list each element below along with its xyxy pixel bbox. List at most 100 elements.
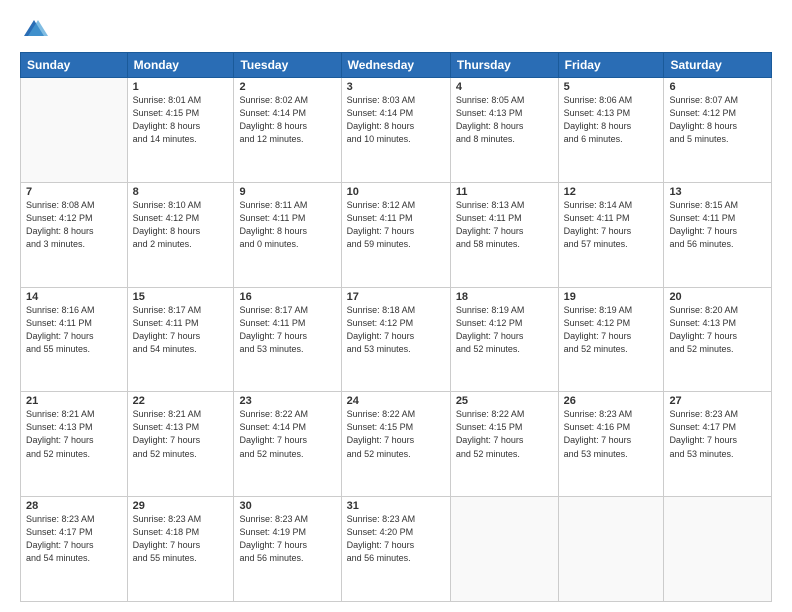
day-info: Sunrise: 8:17 AM Sunset: 4:11 PM Dayligh… bbox=[133, 304, 229, 356]
day-info: Sunrise: 8:12 AM Sunset: 4:11 PM Dayligh… bbox=[347, 199, 445, 251]
day-info: Sunrise: 8:19 AM Sunset: 4:12 PM Dayligh… bbox=[564, 304, 659, 356]
day-info: Sunrise: 8:21 AM Sunset: 4:13 PM Dayligh… bbox=[26, 408, 122, 460]
weekday-header-sunday: Sunday bbox=[21, 53, 128, 78]
day-number: 9 bbox=[239, 186, 335, 198]
day-number: 23 bbox=[239, 395, 335, 407]
day-number: 18 bbox=[456, 291, 553, 303]
calendar-cell bbox=[664, 497, 772, 602]
day-number: 5 bbox=[564, 81, 659, 93]
calendar-cell: 20Sunrise: 8:20 AM Sunset: 4:13 PM Dayli… bbox=[664, 287, 772, 392]
day-info: Sunrise: 8:13 AM Sunset: 4:11 PM Dayligh… bbox=[456, 199, 553, 251]
day-info: Sunrise: 8:21 AM Sunset: 4:13 PM Dayligh… bbox=[133, 408, 229, 460]
calendar-cell: 5Sunrise: 8:06 AM Sunset: 4:13 PM Daylig… bbox=[558, 78, 664, 183]
calendar-cell: 18Sunrise: 8:19 AM Sunset: 4:12 PM Dayli… bbox=[450, 287, 558, 392]
calendar-cell: 2Sunrise: 8:02 AM Sunset: 4:14 PM Daylig… bbox=[234, 78, 341, 183]
calendar-cell: 13Sunrise: 8:15 AM Sunset: 4:11 PM Dayli… bbox=[664, 182, 772, 287]
day-number: 25 bbox=[456, 395, 553, 407]
calendar-cell: 4Sunrise: 8:05 AM Sunset: 4:13 PM Daylig… bbox=[450, 78, 558, 183]
day-info: Sunrise: 8:14 AM Sunset: 4:11 PM Dayligh… bbox=[564, 199, 659, 251]
calendar-cell: 17Sunrise: 8:18 AM Sunset: 4:12 PM Dayli… bbox=[341, 287, 450, 392]
calendar-cell: 24Sunrise: 8:22 AM Sunset: 4:15 PM Dayli… bbox=[341, 392, 450, 497]
day-number: 30 bbox=[239, 500, 335, 512]
day-number: 4 bbox=[456, 81, 553, 93]
day-info: Sunrise: 8:05 AM Sunset: 4:13 PM Dayligh… bbox=[456, 94, 553, 146]
day-number: 3 bbox=[347, 81, 445, 93]
weekday-header-wednesday: Wednesday bbox=[341, 53, 450, 78]
calendar-cell: 3Sunrise: 8:03 AM Sunset: 4:14 PM Daylig… bbox=[341, 78, 450, 183]
day-info: Sunrise: 8:11 AM Sunset: 4:11 PM Dayligh… bbox=[239, 199, 335, 251]
header bbox=[20, 16, 772, 44]
day-info: Sunrise: 8:01 AM Sunset: 4:15 PM Dayligh… bbox=[133, 94, 229, 146]
calendar-cell: 14Sunrise: 8:16 AM Sunset: 4:11 PM Dayli… bbox=[21, 287, 128, 392]
day-number: 22 bbox=[133, 395, 229, 407]
page: SundayMondayTuesdayWednesdayThursdayFrid… bbox=[0, 0, 792, 612]
day-number: 16 bbox=[239, 291, 335, 303]
calendar-cell: 1Sunrise: 8:01 AM Sunset: 4:15 PM Daylig… bbox=[127, 78, 234, 183]
calendar-cell: 31Sunrise: 8:23 AM Sunset: 4:20 PM Dayli… bbox=[341, 497, 450, 602]
calendar-cell bbox=[450, 497, 558, 602]
day-number: 12 bbox=[564, 186, 659, 198]
day-info: Sunrise: 8:17 AM Sunset: 4:11 PM Dayligh… bbox=[239, 304, 335, 356]
weekday-header-thursday: Thursday bbox=[450, 53, 558, 78]
logo-icon bbox=[20, 16, 48, 44]
week-row-3: 14Sunrise: 8:16 AM Sunset: 4:11 PM Dayli… bbox=[21, 287, 772, 392]
day-number: 28 bbox=[26, 500, 122, 512]
calendar-cell: 12Sunrise: 8:14 AM Sunset: 4:11 PM Dayli… bbox=[558, 182, 664, 287]
calendar-cell: 28Sunrise: 8:23 AM Sunset: 4:17 PM Dayli… bbox=[21, 497, 128, 602]
day-number: 14 bbox=[26, 291, 122, 303]
calendar-cell bbox=[558, 497, 664, 602]
day-number: 6 bbox=[669, 81, 766, 93]
calendar-cell: 10Sunrise: 8:12 AM Sunset: 4:11 PM Dayli… bbox=[341, 182, 450, 287]
day-number: 7 bbox=[26, 186, 122, 198]
day-info: Sunrise: 8:22 AM Sunset: 4:14 PM Dayligh… bbox=[239, 408, 335, 460]
weekday-header-monday: Monday bbox=[127, 53, 234, 78]
calendar-cell: 16Sunrise: 8:17 AM Sunset: 4:11 PM Dayli… bbox=[234, 287, 341, 392]
week-row-1: 1Sunrise: 8:01 AM Sunset: 4:15 PM Daylig… bbox=[21, 78, 772, 183]
day-info: Sunrise: 8:18 AM Sunset: 4:12 PM Dayligh… bbox=[347, 304, 445, 356]
calendar-cell: 9Sunrise: 8:11 AM Sunset: 4:11 PM Daylig… bbox=[234, 182, 341, 287]
day-number: 29 bbox=[133, 500, 229, 512]
day-number: 26 bbox=[564, 395, 659, 407]
day-info: Sunrise: 8:03 AM Sunset: 4:14 PM Dayligh… bbox=[347, 94, 445, 146]
weekday-header-friday: Friday bbox=[558, 53, 664, 78]
day-info: Sunrise: 8:23 AM Sunset: 4:16 PM Dayligh… bbox=[564, 408, 659, 460]
day-info: Sunrise: 8:08 AM Sunset: 4:12 PM Dayligh… bbox=[26, 199, 122, 251]
day-info: Sunrise: 8:02 AM Sunset: 4:14 PM Dayligh… bbox=[239, 94, 335, 146]
calendar-cell: 27Sunrise: 8:23 AM Sunset: 4:17 PM Dayli… bbox=[664, 392, 772, 497]
calendar-cell: 15Sunrise: 8:17 AM Sunset: 4:11 PM Dayli… bbox=[127, 287, 234, 392]
day-number: 24 bbox=[347, 395, 445, 407]
day-info: Sunrise: 8:06 AM Sunset: 4:13 PM Dayligh… bbox=[564, 94, 659, 146]
calendar-cell: 23Sunrise: 8:22 AM Sunset: 4:14 PM Dayli… bbox=[234, 392, 341, 497]
week-row-5: 28Sunrise: 8:23 AM Sunset: 4:17 PM Dayli… bbox=[21, 497, 772, 602]
calendar-cell: 7Sunrise: 8:08 AM Sunset: 4:12 PM Daylig… bbox=[21, 182, 128, 287]
day-number: 27 bbox=[669, 395, 766, 407]
day-number: 17 bbox=[347, 291, 445, 303]
calendar-cell: 30Sunrise: 8:23 AM Sunset: 4:19 PM Dayli… bbox=[234, 497, 341, 602]
calendar-cell: 11Sunrise: 8:13 AM Sunset: 4:11 PM Dayli… bbox=[450, 182, 558, 287]
day-info: Sunrise: 8:19 AM Sunset: 4:12 PM Dayligh… bbox=[456, 304, 553, 356]
day-info: Sunrise: 8:16 AM Sunset: 4:11 PM Dayligh… bbox=[26, 304, 122, 356]
week-row-4: 21Sunrise: 8:21 AM Sunset: 4:13 PM Dayli… bbox=[21, 392, 772, 497]
day-info: Sunrise: 8:15 AM Sunset: 4:11 PM Dayligh… bbox=[669, 199, 766, 251]
calendar-cell: 6Sunrise: 8:07 AM Sunset: 4:12 PM Daylig… bbox=[664, 78, 772, 183]
calendar-cell: 21Sunrise: 8:21 AM Sunset: 4:13 PM Dayli… bbox=[21, 392, 128, 497]
calendar-cell: 26Sunrise: 8:23 AM Sunset: 4:16 PM Dayli… bbox=[558, 392, 664, 497]
day-info: Sunrise: 8:23 AM Sunset: 4:17 PM Dayligh… bbox=[26, 513, 122, 565]
day-info: Sunrise: 8:10 AM Sunset: 4:12 PM Dayligh… bbox=[133, 199, 229, 251]
week-row-2: 7Sunrise: 8:08 AM Sunset: 4:12 PM Daylig… bbox=[21, 182, 772, 287]
day-number: 13 bbox=[669, 186, 766, 198]
calendar-cell: 8Sunrise: 8:10 AM Sunset: 4:12 PM Daylig… bbox=[127, 182, 234, 287]
day-number: 15 bbox=[133, 291, 229, 303]
day-number: 11 bbox=[456, 186, 553, 198]
day-info: Sunrise: 8:23 AM Sunset: 4:17 PM Dayligh… bbox=[669, 408, 766, 460]
day-number: 2 bbox=[239, 81, 335, 93]
day-number: 19 bbox=[564, 291, 659, 303]
day-number: 20 bbox=[669, 291, 766, 303]
day-number: 21 bbox=[26, 395, 122, 407]
day-number: 1 bbox=[133, 81, 229, 93]
day-info: Sunrise: 8:22 AM Sunset: 4:15 PM Dayligh… bbox=[347, 408, 445, 460]
calendar-cell: 25Sunrise: 8:22 AM Sunset: 4:15 PM Dayli… bbox=[450, 392, 558, 497]
calendar-table: SundayMondayTuesdayWednesdayThursdayFrid… bbox=[20, 52, 772, 602]
day-number: 10 bbox=[347, 186, 445, 198]
day-info: Sunrise: 8:23 AM Sunset: 4:20 PM Dayligh… bbox=[347, 513, 445, 565]
